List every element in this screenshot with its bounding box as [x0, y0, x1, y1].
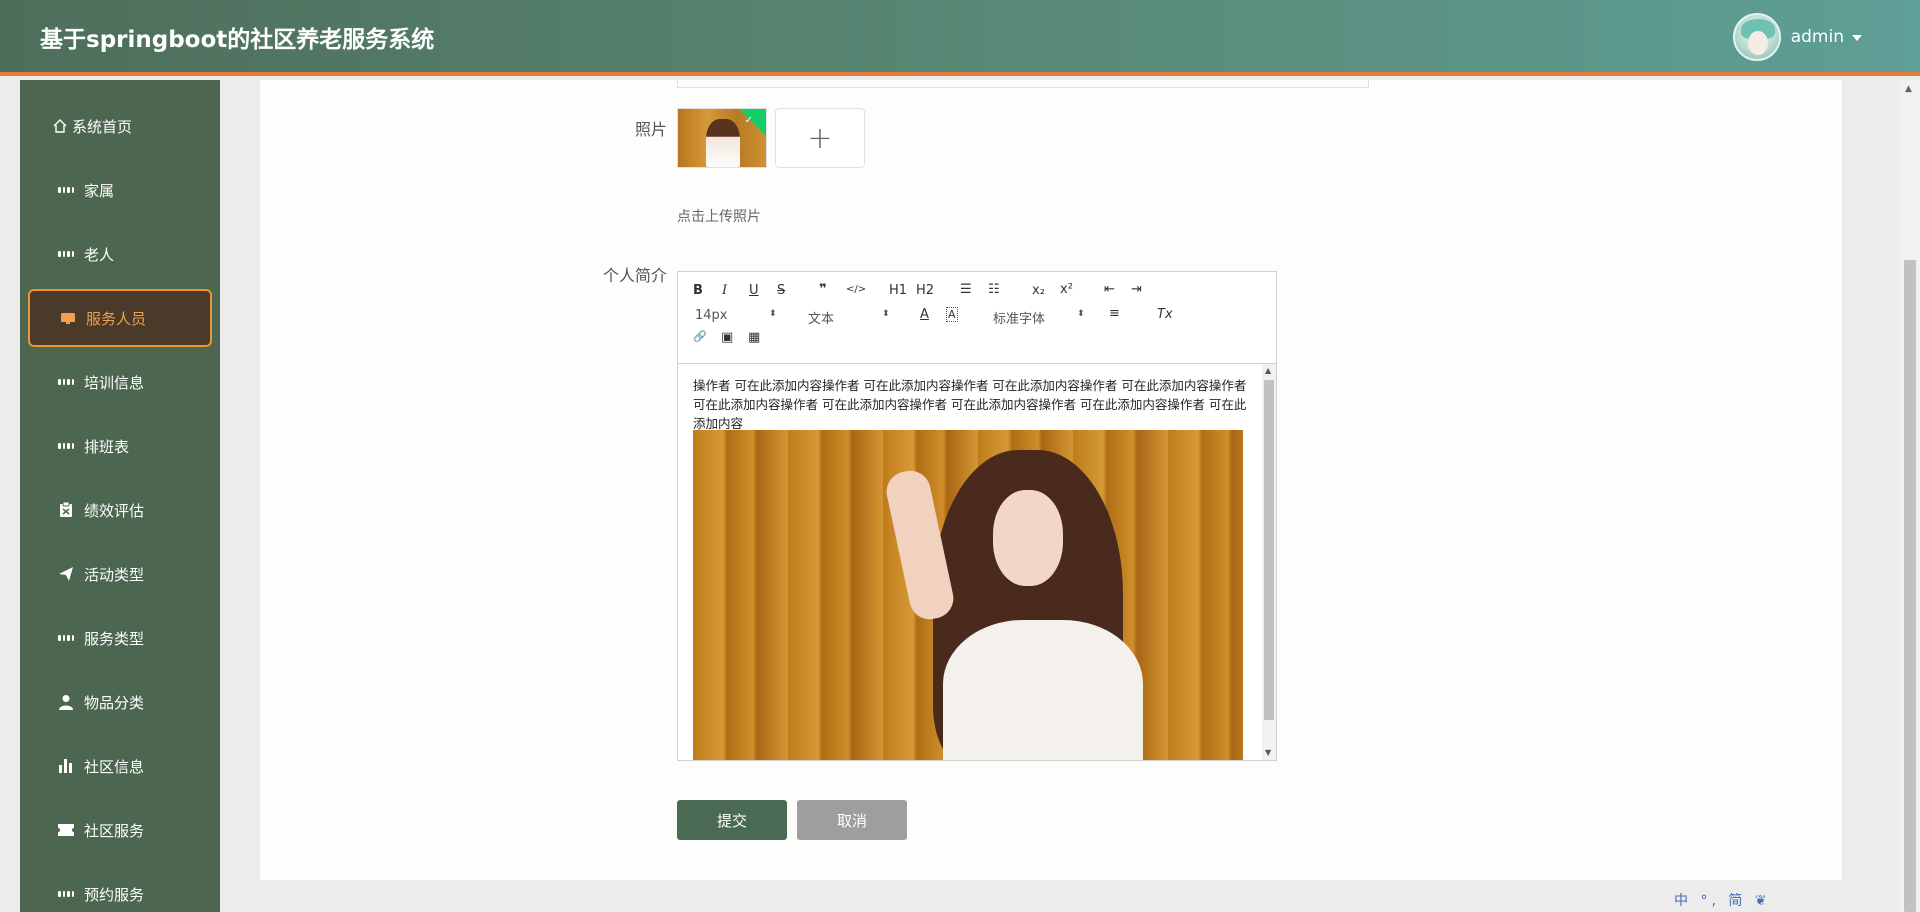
upload-hint: 点击上传照片	[677, 209, 761, 225]
ordered-list-button[interactable]: ☰	[960, 282, 972, 297]
grid-icon	[58, 630, 74, 646]
ticket-icon	[58, 822, 74, 838]
blockquote-button[interactable]: ❞	[819, 282, 827, 297]
page-scroll-thumb[interactable]	[1904, 260, 1916, 912]
sidebar-item-label: 家属	[84, 181, 115, 200]
text-type-value: 文本	[808, 312, 835, 327]
sidebar-item-booking[interactable]: 预约服务	[28, 865, 212, 912]
caret-down-icon[interactable]	[1852, 35, 1862, 41]
sidebar: 系统首页 家属 老人 服务人员 培训信息 排班表 绩效评估 活动类型 服务类型	[20, 80, 220, 912]
ime-status-bar[interactable]: 中 °, 简 ❦	[1674, 890, 1771, 910]
sidebar-item-label: 培训信息	[84, 373, 145, 392]
uploaded-photo-thumbnail[interactable]: ✓	[677, 108, 767, 168]
sidebar-item-elderly[interactable]: 老人	[28, 225, 212, 283]
paper-plane-icon	[58, 566, 74, 582]
text-color-button[interactable]: A	[920, 307, 929, 322]
cancel-button[interactable]: 取消	[797, 800, 907, 840]
outdent-button[interactable]: ⇤	[1104, 282, 1115, 297]
user-menu[interactable]: admin	[1732, 13, 1862, 61]
editor-content[interactable]: 操作者 可在此添加内容操作者 可在此添加内容操作者 可在此添加内容操作者 可在此…	[678, 364, 1276, 760]
sidebar-item-label: 绩效评估	[84, 501, 145, 520]
home-icon	[52, 118, 68, 134]
sidebar-item-label: 社区服务	[84, 821, 145, 840]
sidebar-item-label: 服务人员	[86, 309, 147, 328]
grid-icon	[58, 438, 74, 454]
image-button[interactable]: ▣	[721, 330, 733, 345]
sidebar-item-label: 物品分类	[84, 693, 145, 712]
bullet-list-button[interactable]: ☷	[988, 282, 1000, 297]
app-title: 基于springboot的社区养老服务系统	[40, 27, 435, 53]
editor-scroll-thumb[interactable]	[1264, 380, 1274, 720]
bold-button[interactable]: B	[693, 283, 703, 298]
sidebar-item-label: 服务类型	[84, 629, 145, 648]
user-icon	[58, 694, 74, 710]
header1-button[interactable]: H1	[889, 283, 907, 298]
intro-label: 个人简介	[602, 266, 667, 285]
editor-scrollbar[interactable]: ▲ ▼	[1262, 364, 1276, 760]
scroll-up-icon[interactable]: ▲	[1265, 366, 1271, 375]
sidebar-item-family[interactable]: 家属	[28, 161, 212, 219]
font-family-select[interactable]: 标准字体 ⬍	[993, 308, 1087, 327]
sidebar-item-label: 系统首页	[72, 117, 133, 136]
clipboard-icon	[58, 502, 74, 518]
grid-icon	[58, 886, 74, 902]
sidebar-item-evaluation[interactable]: 绩效评估	[28, 481, 212, 539]
top-header: 基于springboot的社区养老服务系统 admin	[0, 0, 1920, 76]
superscript-button[interactable]: x²	[1060, 282, 1073, 297]
check-icon: ✓	[744, 115, 753, 126]
select-arrows-icon: ⬍	[882, 309, 890, 319]
avatar[interactable]	[1732, 13, 1781, 61]
embedded-portrait-image[interactable]	[693, 430, 1243, 760]
sidebar-item-label: 排班表	[84, 437, 130, 456]
link-button[interactable]: 🔗	[693, 330, 707, 343]
sidebar-item-community-service[interactable]: 社区服务	[28, 801, 212, 859]
monitor-icon	[60, 310, 76, 326]
code-block-button[interactable]: </>	[846, 284, 866, 295]
sidebar-item-activity-type[interactable]: 活动类型	[28, 545, 212, 603]
underline-button[interactable]: U	[749, 283, 759, 298]
grid-icon	[58, 182, 74, 198]
sidebar-item-label: 活动类型	[84, 565, 145, 584]
font-family-value: 标准字体	[993, 312, 1046, 327]
editor-toolbar: B I U S ❞ </> H1 H2 ☰ ☷ x₂ x² ⇤ ⇥ 14px ⬍…	[678, 272, 1276, 364]
video-button[interactable]: ▦	[748, 330, 760, 345]
intro-text: 操作者 可在此添加内容操作者 可在此添加内容操作者 可在此添加内容操作者 可在此…	[693, 378, 1247, 431]
background-color-button[interactable]: A	[946, 307, 958, 322]
grid-icon	[58, 246, 74, 262]
select-arrows-icon: ⬍	[769, 309, 777, 319]
subscript-button[interactable]: x₂	[1032, 283, 1045, 298]
strike-button[interactable]: S	[777, 283, 785, 298]
clear-format-button[interactable]: Tx	[1157, 307, 1173, 322]
indent-button[interactable]: ⇥	[1131, 282, 1142, 297]
sidebar-item-service-type[interactable]: 服务类型	[28, 609, 212, 667]
italic-button[interactable]: I	[722, 283, 727, 298]
scroll-up-icon[interactable]: ▲	[1905, 84, 1912, 94]
sidebar-item-community-info[interactable]: 社区信息	[28, 737, 212, 795]
bar-chart-icon	[58, 758, 74, 774]
sidebar-item-staff[interactable]: 服务人员	[28, 289, 212, 347]
sidebar-item-item-category[interactable]: 物品分类	[28, 673, 212, 731]
form-panel: 照片 ✓ + 点击上传照片 个人简介 B I U S ❞ </> H1 H2 ☰…	[260, 80, 1842, 880]
previous-input-field[interactable]	[677, 80, 1369, 88]
sidebar-item-training[interactable]: 培训信息	[28, 353, 212, 411]
upload-photo-button[interactable]: +	[775, 108, 865, 168]
submit-button[interactable]: 提交	[677, 800, 787, 840]
username[interactable]: admin	[1791, 27, 1844, 47]
sidebar-item-schedule[interactable]: 排班表	[28, 417, 212, 475]
page-scrollbar[interactable]: ▲	[1900, 80, 1920, 912]
font-size-select[interactable]: 14px ⬍	[695, 308, 781, 323]
sidebar-item-home[interactable]: 系统首页	[28, 97, 212, 155]
align-button[interactable]: ≡	[1109, 306, 1120, 321]
header2-button[interactable]: H2	[916, 283, 934, 298]
select-arrows-icon: ⬍	[1077, 309, 1085, 319]
photo-label: 照片	[634, 120, 667, 139]
scroll-down-icon[interactable]: ▼	[1265, 748, 1271, 757]
text-type-select[interactable]: 文本 ⬍	[808, 308, 894, 327]
sidebar-item-label: 老人	[84, 245, 115, 264]
sidebar-item-label: 社区信息	[84, 757, 145, 776]
rich-text-editor[interactable]: B I U S ❞ </> H1 H2 ☰ ☷ x₂ x² ⇤ ⇥ 14px ⬍…	[677, 271, 1277, 761]
font-size-value: 14px	[695, 308, 728, 323]
sidebar-item-label: 预约服务	[84, 885, 145, 904]
grid-icon	[58, 374, 74, 390]
